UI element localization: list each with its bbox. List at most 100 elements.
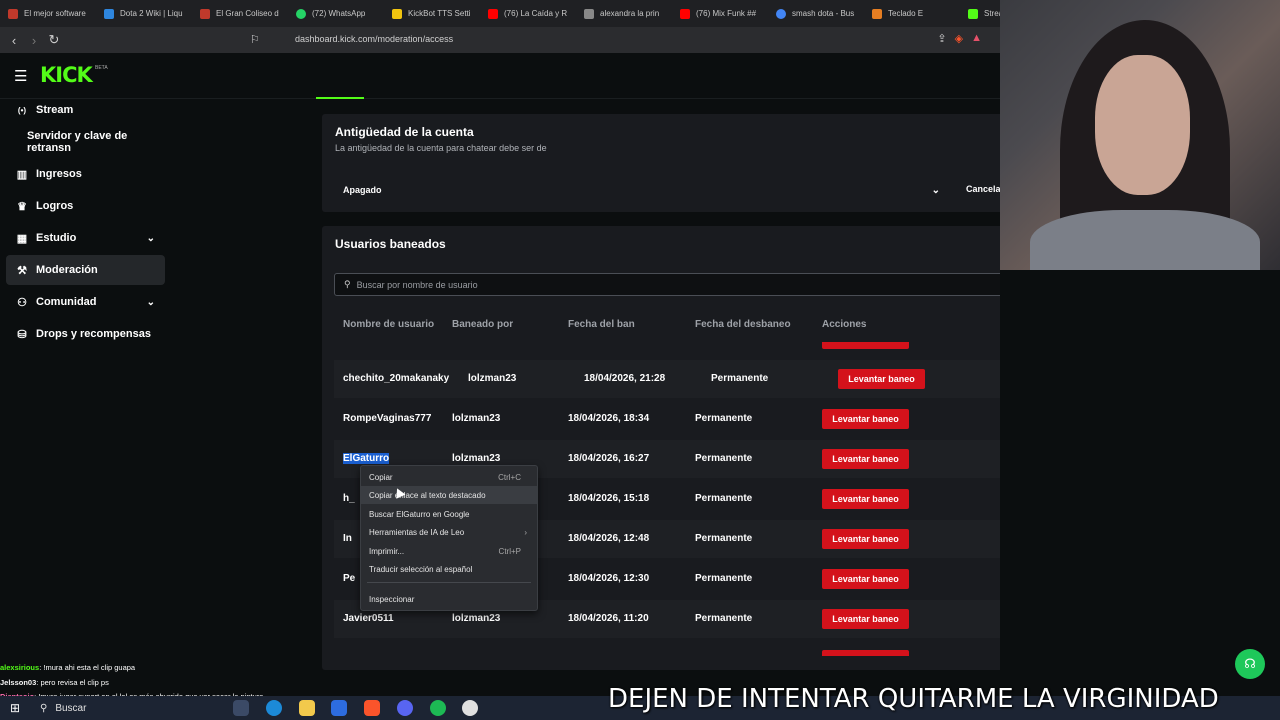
trophy-icon: ♛ — [17, 200, 27, 213]
cell-ban-date: 18/04/2026, 21:28 — [584, 373, 666, 384]
sidebar-item-ingresos[interactable]: ▥ Ingresos — [6, 159, 165, 189]
browser-tab[interactable]: Stream — [960, 0, 1000, 27]
browser-tab[interactable]: KickBot TTS Setti — [384, 0, 480, 27]
store-icon[interactable] — [331, 700, 347, 716]
tab-label: (76) La Caída y R — [504, 9, 568, 18]
sidebar-item-logros[interactable]: ♛ Logros — [6, 191, 165, 221]
context-menu-item-leo-ai[interactable]: Herramientas de IA de Leo › — [361, 523, 537, 541]
kick-logo[interactable]: KICK — [40, 63, 93, 87]
webcam-person-shirt — [1030, 210, 1260, 270]
back-icon[interactable]: ‹ — [4, 33, 24, 48]
context-menu-item-print[interactable]: Imprimir... Ctrl+P — [361, 542, 537, 560]
support-chat-button[interactable]: ☊ — [1235, 649, 1265, 679]
browser-tab[interactable]: El Gran Coliseo d — [192, 0, 288, 27]
task-view-icon[interactable] — [233, 700, 249, 716]
select-value: Apagado — [343, 185, 382, 195]
sidebar-item-comunidad[interactable]: ⚇ Comunidad ⌄ — [6, 287, 165, 317]
context-menu-item-copy[interactable]: Copiar Ctrl+C — [361, 468, 537, 486]
context-menu-item-inspect[interactable]: Inspeccionar — [361, 590, 537, 608]
reload-icon[interactable]: ↻ — [44, 32, 64, 48]
brave-icon[interactable] — [364, 700, 380, 716]
unban-button[interactable]: Levantar baneo — [822, 569, 909, 589]
file-explorer-icon[interactable] — [299, 700, 315, 716]
banned-users-title: Usuarios baneados — [335, 237, 446, 251]
unban-button[interactable]: Levantar baneo — [822, 609, 909, 629]
browser-tab[interactable]: (72) WhatsApp — [288, 0, 384, 27]
browser-tab[interactable]: (76) La Caída y R — [480, 0, 576, 27]
brave-rewards-icon[interactable]: ▲ — [971, 32, 982, 45]
cell-username[interactable]: chechito_20makanaky — [343, 373, 449, 384]
browser-tab[interactable]: Teclado E — [864, 0, 960, 27]
menu-item-label: Herramientas de IA de Leo — [369, 527, 465, 537]
sidebar-item-server-key[interactable]: Servidor y clave de retransn — [6, 127, 165, 157]
cell-username[interactable]: Pe — [343, 573, 355, 584]
windows-start-icon[interactable]: ⊞ — [10, 701, 20, 715]
menu-item-label: Inspeccionar — [369, 594, 415, 604]
cancel-button[interactable]: Cancela — [966, 184, 1001, 194]
brave-shield-icon[interactable]: ◈ — [955, 32, 963, 45]
taskbar-search[interactable]: ⚲ Buscar — [34, 698, 224, 718]
column-header-unban-date[interactable]: Fecha del desbaneo — [695, 319, 791, 330]
right-panel — [1000, 270, 1280, 670]
sidebar-item-label: Drops y recompensas — [36, 328, 151, 340]
sidebar-item-moderacion[interactable]: ⚒ Moderación — [6, 255, 165, 285]
cell-username[interactable]: h_ — [343, 493, 355, 504]
column-header-banned-by[interactable]: Baneado por — [452, 319, 513, 330]
cell-username[interactable]: Javier0511 — [343, 613, 394, 624]
sidebar-item-label: Stream — [36, 104, 74, 116]
beta-badge: BETA — [95, 65, 108, 71]
discord-icon[interactable] — [397, 700, 413, 716]
cell-unban-date: Permanente — [695, 453, 753, 464]
browser-tab[interactable]: alexandra la prin — [576, 0, 672, 27]
browser-tab[interactable]: smash dota - Bus — [768, 0, 864, 27]
tab-label: KickBot TTS Setti — [408, 9, 471, 18]
tab-label: smash dota - Bus — [792, 9, 855, 18]
menu-item-shortcut: Ctrl+P — [498, 546, 521, 556]
search-icon: ⚲ — [40, 702, 48, 714]
browser-tab[interactable]: Dota 2 Wiki | Liqu — [96, 0, 192, 27]
share-icon[interactable]: ⇪ — [937, 32, 946, 45]
sidebar-item-estudio[interactable]: ▦ Estudio ⌄ — [6, 223, 165, 253]
chevron-down-icon: ⌄ — [931, 184, 940, 196]
spotify-icon[interactable] — [430, 700, 446, 716]
chevron-down-icon: ⌄ — [146, 232, 155, 244]
unban-button[interactable]: Levantar baneo — [838, 369, 925, 389]
url-field[interactable]: dashboard.kick.com/moderation/access — [295, 34, 453, 44]
obs-icon[interactable] — [462, 700, 478, 716]
browser-tab[interactable]: (76) Mix Funk ## — [672, 0, 768, 27]
partial-unban-button[interactable] — [822, 342, 909, 349]
cell-username[interactable]: In — [343, 533, 352, 544]
sidebar-item-stream[interactable]: (•) Stream — [6, 95, 165, 125]
cell-unban-date: Permanente — [695, 413, 753, 424]
tab-favicon-icon — [8, 8, 18, 19]
search-input[interactable] — [356, 279, 1057, 290]
chat-text: : pero revisa el clip ps — [36, 677, 109, 687]
column-header-username[interactable]: Nombre de usuario — [343, 319, 434, 330]
hamburger-menu-icon[interactable]: ☰ — [14, 67, 27, 85]
context-menu-item-copy-link[interactable]: Copiar enlace al texto destacado — [361, 486, 537, 504]
unban-button[interactable]: Levantar baneo — [822, 449, 909, 469]
forward-icon[interactable]: › — [24, 33, 44, 48]
sidebar-item-drops[interactable]: ⛁ Drops y recompensas — [6, 319, 165, 349]
unban-button[interactable]: Levantar baneo — [822, 489, 909, 509]
cell-username-selected[interactable]: ElGaturro — [343, 453, 390, 464]
tab-favicon-icon — [872, 8, 882, 19]
tab-favicon-icon — [296, 8, 306, 19]
browser-tab[interactable]: El mejor software — [0, 0, 96, 27]
bookmark-icon[interactable]: ⚐ — [250, 33, 260, 46]
column-header-ban-date[interactable]: Fecha del ban — [568, 319, 635, 330]
account-age-select[interactable]: Apagado ⌄ — [334, 179, 946, 201]
context-menu-item-search-google[interactable]: Buscar ElGaturro en Google — [361, 505, 537, 523]
chat-username: alexsirious — [0, 663, 40, 672]
partial-unban-button[interactable] — [822, 650, 909, 656]
tab-favicon-icon — [584, 8, 594, 19]
unban-button[interactable]: Levantar baneo — [822, 529, 909, 549]
cell-username[interactable]: RompeVaginas777 — [343, 413, 431, 424]
browser-tab-strip: El mejor software Dota 2 Wiki | Liqu El … — [0, 0, 1000, 27]
tab-favicon-icon — [488, 8, 498, 19]
tab-label: alexandra la prin — [600, 9, 660, 18]
tab-favicon-icon — [200, 8, 210, 19]
unban-button[interactable]: Levantar baneo — [822, 409, 909, 429]
context-menu-item-translate[interactable]: Traducir selección al español — [361, 560, 537, 578]
edge-icon[interactable] — [266, 700, 282, 716]
